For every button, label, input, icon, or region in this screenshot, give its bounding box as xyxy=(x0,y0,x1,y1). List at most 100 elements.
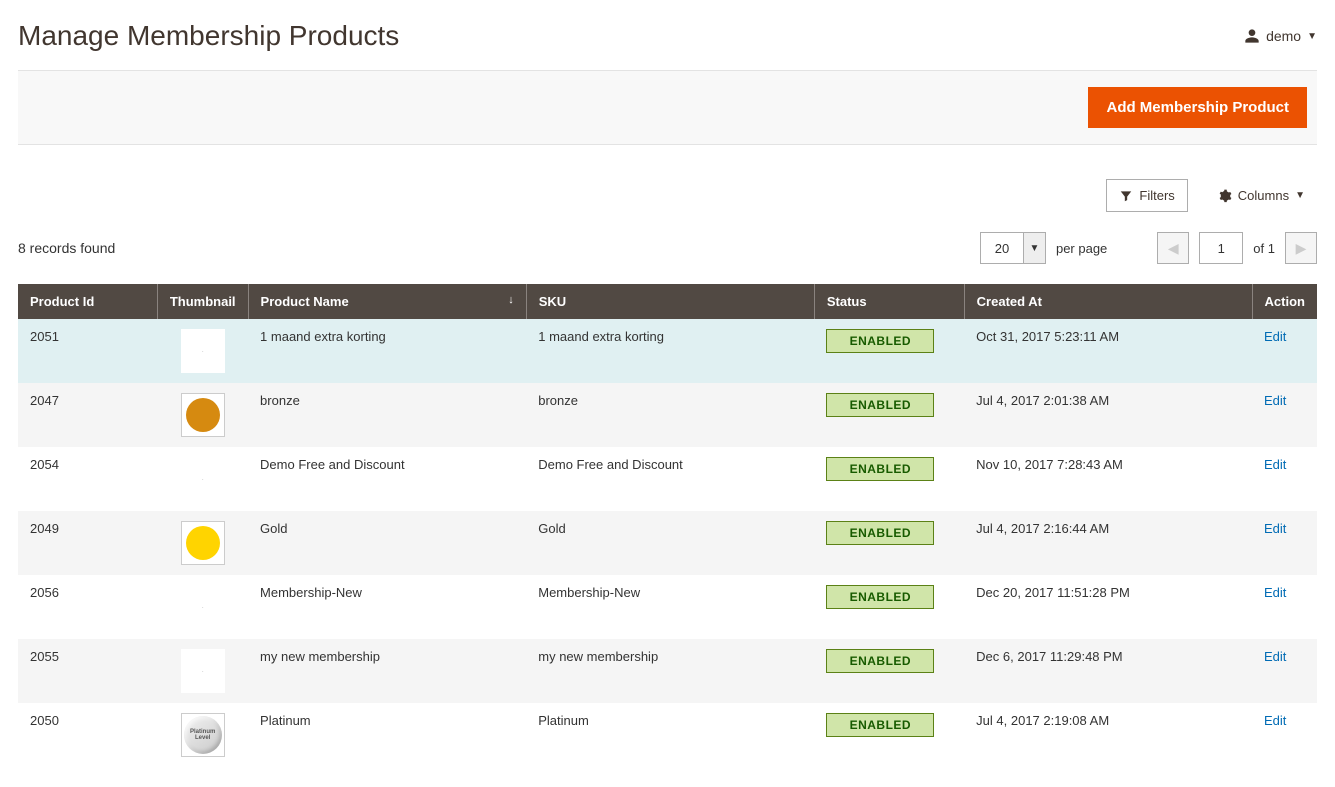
columns-label: Columns xyxy=(1238,188,1289,203)
thumbnail-empty: · xyxy=(181,649,225,693)
cell-thumb xyxy=(157,511,248,575)
filters-button[interactable]: Filters xyxy=(1106,179,1187,212)
page-size-input[interactable] xyxy=(980,232,1024,264)
cell-id: 2051 xyxy=(18,319,157,383)
cell-created: Jul 4, 2017 2:16:44 AM xyxy=(964,511,1252,575)
user-menu[interactable]: demo ▼ xyxy=(1244,28,1317,44)
cell-sku: Gold xyxy=(526,511,814,575)
cell-sku: my new membership xyxy=(526,639,814,703)
cell-sku: bronze xyxy=(526,383,814,447)
cell-name: Membership-New xyxy=(248,575,526,639)
status-badge: ENABLED xyxy=(826,585,934,609)
status-badge: ENABLED xyxy=(826,521,934,545)
cell-name: Gold xyxy=(248,511,526,575)
col-header-id[interactable]: Product Id xyxy=(18,284,157,319)
cell-status: ENABLED xyxy=(814,319,964,383)
chevron-right-icon: ▶ xyxy=(1296,240,1307,257)
edit-link[interactable]: Edit xyxy=(1264,329,1286,344)
table-row[interactable]: 2050PlatinumLevelPlatinumPlatinumENABLED… xyxy=(18,703,1317,767)
cell-id: 2047 xyxy=(18,383,157,447)
status-badge: ENABLED xyxy=(826,329,934,353)
cell-action: Edit xyxy=(1252,447,1317,511)
table-row[interactable]: 2056·Membership-NewMembership-NewENABLED… xyxy=(18,575,1317,639)
cell-thumb: · xyxy=(157,319,248,383)
cell-action: Edit xyxy=(1252,319,1317,383)
edit-link[interactable]: Edit xyxy=(1264,393,1286,408)
chevron-down-icon: ▼ xyxy=(1307,31,1317,42)
status-badge: ENABLED xyxy=(826,393,934,417)
records-count: 8 records found xyxy=(18,240,115,256)
page-number-input[interactable] xyxy=(1199,232,1243,264)
col-header-thumb[interactable]: Thumbnail xyxy=(157,284,248,319)
status-badge: ENABLED xyxy=(826,457,934,481)
cell-status: ENABLED xyxy=(814,447,964,511)
edit-link[interactable]: Edit xyxy=(1264,521,1286,536)
cell-thumb: PlatinumLevel xyxy=(157,703,248,767)
columns-button[interactable]: Columns ▼ xyxy=(1206,180,1317,211)
cell-created: Dec 6, 2017 11:29:48 PM xyxy=(964,639,1252,703)
sort-arrow-down-icon: ↓ xyxy=(508,294,514,306)
cell-id: 2055 xyxy=(18,639,157,703)
user-icon xyxy=(1244,28,1260,44)
cell-created: Oct 31, 2017 5:23:11 AM xyxy=(964,319,1252,383)
edit-link[interactable]: Edit xyxy=(1264,585,1286,600)
cell-name: bronze xyxy=(248,383,526,447)
cell-status: ENABLED xyxy=(814,575,964,639)
cell-action: Edit xyxy=(1252,703,1317,767)
cell-thumb: · xyxy=(157,575,248,639)
gear-icon xyxy=(1218,189,1232,203)
col-header-status[interactable]: Status xyxy=(814,284,964,319)
next-page-button[interactable]: ▶ xyxy=(1285,232,1317,264)
cell-status: ENABLED xyxy=(814,511,964,575)
cell-action: Edit xyxy=(1252,575,1317,639)
chevron-down-icon: ▼ xyxy=(1295,190,1305,201)
cell-id: 2049 xyxy=(18,511,157,575)
edit-link[interactable]: Edit xyxy=(1264,713,1286,728)
cell-sku: Membership-New xyxy=(526,575,814,639)
product-table: Product Id Thumbnail Product Name ↓ SKU … xyxy=(18,284,1317,767)
cell-sku: Platinum xyxy=(526,703,814,767)
cell-sku: Demo Free and Discount xyxy=(526,447,814,511)
col-header-sku[interactable]: SKU xyxy=(526,284,814,319)
per-page-label: per page xyxy=(1056,241,1107,256)
cell-status: ENABLED xyxy=(814,703,964,767)
cell-sku: 1 maand extra korting xyxy=(526,319,814,383)
col-header-name[interactable]: Product Name ↓ xyxy=(248,284,526,319)
table-row[interactable]: 2054·Demo Free and DiscountDemo Free and… xyxy=(18,447,1317,511)
cell-created: Jul 4, 2017 2:01:38 AM xyxy=(964,383,1252,447)
col-header-created[interactable]: Created At xyxy=(964,284,1252,319)
cell-thumb: · xyxy=(157,639,248,703)
chevron-down-icon: ▼ xyxy=(1030,243,1040,254)
cell-name: my new membership xyxy=(248,639,526,703)
table-row[interactable]: 2051 · 1 maand extra korting1 maand extra … xyxy=(18,319,1317,383)
chevron-left-icon: ◀ xyxy=(1168,240,1179,257)
thumbnail-empty: · xyxy=(181,457,225,501)
filters-label: Filters xyxy=(1139,188,1174,203)
cell-id: 2056 xyxy=(18,575,157,639)
add-membership-product-button[interactable]: Add Membership Product xyxy=(1088,87,1307,128)
page-title: Manage Membership Products xyxy=(18,20,399,52)
status-badge: ENABLED xyxy=(826,649,934,673)
of-label: of 1 xyxy=(1253,241,1275,256)
cell-id: 2054 xyxy=(18,447,157,511)
cell-thumb xyxy=(157,383,248,447)
thumbnail-empty: · xyxy=(181,329,225,373)
edit-link[interactable]: Edit xyxy=(1264,457,1286,472)
cell-id: 2050 xyxy=(18,703,157,767)
prev-page-button[interactable]: ◀ xyxy=(1157,232,1189,264)
col-header-action[interactable]: Action xyxy=(1252,284,1317,319)
table-row[interactable]: 2049 GoldGold ENABLED Jul 4, 2017 2:16:44 A… xyxy=(18,511,1317,575)
cell-name: 1 maand extra korting xyxy=(248,319,526,383)
cell-status: ENABLED xyxy=(814,383,964,447)
cell-action: Edit xyxy=(1252,639,1317,703)
table-row[interactable]: 2055 · my new membershipmy new membership E… xyxy=(18,639,1317,703)
status-badge: ENABLED xyxy=(826,713,934,737)
cell-created: Dec 20, 2017 11:51:28 PM xyxy=(964,575,1252,639)
thumbnail-gold xyxy=(181,521,225,565)
user-name: demo xyxy=(1266,28,1301,44)
cell-name: Platinum xyxy=(248,703,526,767)
table-row[interactable]: 2047 bronzebronze ENABLED Jul 4, 2017 2:01:… xyxy=(18,383,1317,447)
funnel-icon xyxy=(1119,189,1133,203)
page-size-dropdown[interactable]: ▼ xyxy=(1024,232,1046,264)
cell-created: Nov 10, 2017 7:28:43 AM xyxy=(964,447,1252,511)
